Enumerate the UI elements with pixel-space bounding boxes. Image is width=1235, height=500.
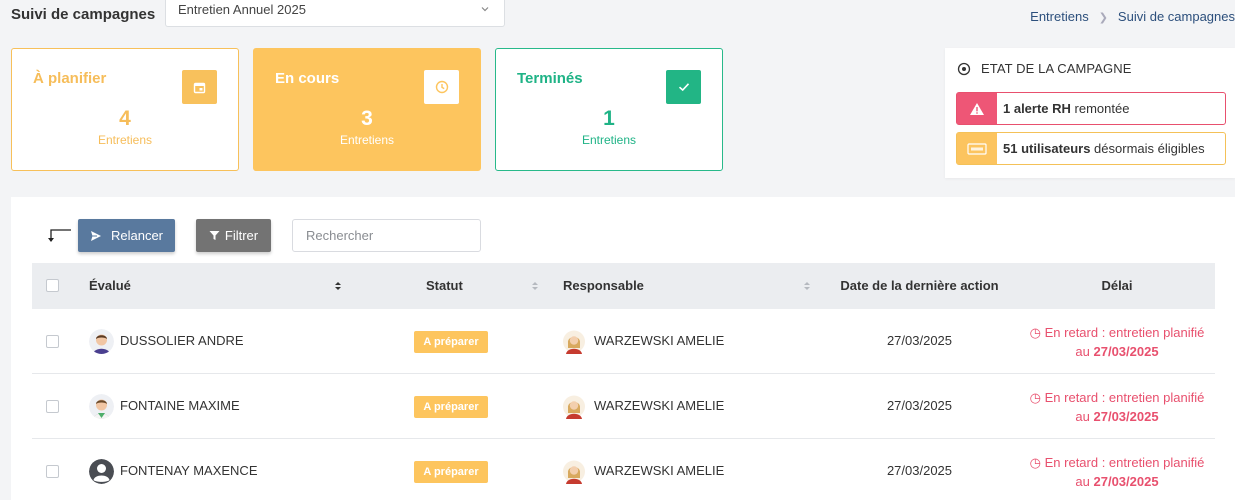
- calendar-icon: [182, 70, 217, 104]
- card-termines[interactable]: Terminés 1 Entretiens: [495, 48, 723, 171]
- evalue-name: DUSSOLIER ANDRE: [120, 333, 244, 348]
- card-sublabel: Entretiens: [339, 133, 395, 147]
- table-header: Évalué Statut Responsable Date de la der…: [32, 263, 1215, 309]
- evalue-name: FONTAINE MAXIME: [120, 398, 240, 413]
- filter-icon: [209, 231, 220, 240]
- alert-rh-text: remontée: [1070, 101, 1130, 116]
- sort-desc-icon[interactable]: [334, 280, 342, 292]
- late-clock-icon: ◷: [1029, 390, 1041, 405]
- last-action-date: 27/03/2025: [886, 398, 953, 413]
- delai-text: ◷ En retard : entretien planifié au 27/0…: [1022, 323, 1212, 361]
- delai-text: ◷ En retard : entretien planifié au 27/0…: [1022, 388, 1212, 426]
- delai-text: ◷ En retard : entretien planifié au 27/0…: [1022, 453, 1212, 491]
- status-badge: A préparer: [414, 331, 488, 353]
- table-panel: Relancer Filtrer Évalué Statut Responsab…: [11, 197, 1235, 500]
- column-responsable[interactable]: Responsable: [563, 278, 644, 293]
- last-action-date: 27/03/2025: [886, 463, 953, 478]
- late-clock-icon: ◷: [1029, 455, 1041, 470]
- eligible-users-count: 51 utilisateurs: [1003, 141, 1091, 156]
- sort-icon[interactable]: [531, 280, 539, 292]
- clock-icon: [424, 70, 459, 104]
- corner-arrow-icon[interactable]: [46, 229, 72, 243]
- campaign-state-title: ETAT DE LA CAMPAGNE: [957, 61, 1131, 76]
- eligible-users-row[interactable]: 51 utilisateurs désormais éligibles: [956, 132, 1226, 165]
- select-all-checkbox[interactable]: [46, 279, 59, 292]
- table-row[interactable]: FONTAINE MAXIME A préparer WARZEWSKI AME…: [32, 374, 1215, 439]
- card-label: Terminés: [517, 70, 583, 87]
- table-row[interactable]: FONTENAY MAXENCE A préparer WARZEWSKI AM…: [32, 439, 1215, 500]
- filtrer-button[interactable]: Filtrer: [196, 219, 271, 252]
- avatar: [563, 330, 585, 354]
- breadcrumb-item-suivi[interactable]: Suivi de campagnes: [1118, 9, 1235, 24]
- campaign-select-value: Entretien Annuel 2025: [178, 2, 306, 17]
- card-count: 3: [361, 107, 373, 130]
- campaign-select[interactable]: Entretien Annuel 2025: [165, 0, 505, 27]
- last-action-date: 27/03/2025: [886, 333, 953, 348]
- responsable-name: WARZEWSKI AMELIE: [594, 398, 725, 413]
- check-icon: [666, 70, 701, 104]
- avatar: [563, 460, 585, 484]
- breadcrumb: Entretiens ❯ Suivi de campagnes: [1030, 9, 1235, 24]
- avatar: [89, 394, 114, 419]
- evalue-name: FONTENAY MAXENCE: [120, 463, 258, 478]
- status-badge: A préparer: [414, 396, 488, 418]
- target-icon: [957, 62, 971, 75]
- campaign-state-title-text: ETAT DE LA CAMPAGNE: [981, 61, 1132, 76]
- responsable-name: WARZEWSKI AMELIE: [594, 333, 725, 348]
- avatar: [89, 329, 114, 354]
- search-input[interactable]: [292, 219, 481, 252]
- column-delai[interactable]: Délai: [1022, 278, 1212, 293]
- delai-date: 27/03/2025: [1093, 344, 1159, 359]
- chevron-right-icon: ❯: [1098, 12, 1108, 24]
- card-sublabel: Entretiens: [97, 133, 153, 147]
- column-evalue[interactable]: Évalué: [89, 278, 131, 293]
- new-badge-icon: [957, 133, 997, 164]
- delai-date: 27/03/2025: [1093, 409, 1159, 424]
- sort-icon[interactable]: [803, 280, 811, 292]
- chevron-down-icon: [481, 7, 489, 12]
- responsable-name: WARZEWSKI AMELIE: [594, 463, 725, 478]
- card-label: En cours: [275, 70, 340, 87]
- warning-icon: [957, 93, 997, 124]
- status-badge: A préparer: [414, 461, 488, 483]
- card-sublabel: Entretiens: [581, 133, 637, 147]
- delai-date: 27/03/2025: [1093, 474, 1159, 489]
- card-en-cours[interactable]: En cours 3 Entretiens: [253, 48, 481, 171]
- row-checkbox[interactable]: [46, 400, 59, 413]
- breadcrumb-item-entretiens[interactable]: Entretiens: [1030, 9, 1089, 24]
- eligible-users-text: désormais éligibles: [1090, 141, 1205, 156]
- avatar: [563, 395, 585, 419]
- relancer-button[interactable]: Relancer: [78, 219, 175, 252]
- avatar: [89, 459, 114, 484]
- top-bar: Suivi de campagnes Entretien Annuel 2025…: [0, 0, 1235, 32]
- page-title: Suivi de campagnes: [11, 6, 156, 23]
- column-statut[interactable]: Statut: [426, 278, 463, 293]
- row-checkbox[interactable]: [46, 465, 59, 478]
- card-count: 4: [119, 107, 131, 130]
- row-checkbox[interactable]: [46, 335, 59, 348]
- alert-rh-count: 1 alerte RH: [1003, 101, 1071, 116]
- relancer-label: Relancer: [110, 228, 164, 243]
- send-icon: [90, 230, 101, 241]
- card-count: 1: [603, 107, 615, 130]
- table-row[interactable]: DUSSOLIER ANDRE A préparer WARZEWSKI AME…: [32, 309, 1215, 374]
- late-clock-icon: ◷: [1029, 325, 1041, 340]
- card-label: À planifier: [33, 70, 107, 87]
- column-date[interactable]: Date de la dernière action: [832, 278, 1007, 293]
- alert-rh-row[interactable]: 1 alerte RH remontée: [956, 92, 1226, 125]
- card-a-planifier[interactable]: À planifier 4 Entretiens: [11, 48, 239, 171]
- campaign-state-panel: ETAT DE LA CAMPAGNE 1 alerte RH remontée…: [945, 48, 1235, 178]
- filtrer-label: Filtrer: [224, 228, 259, 243]
